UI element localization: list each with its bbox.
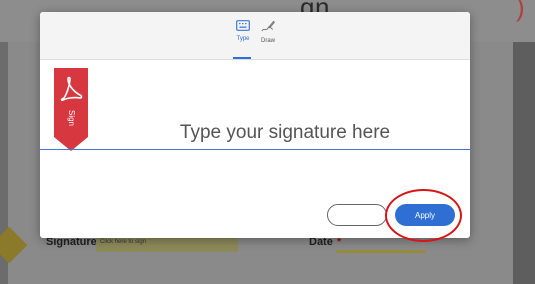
tab-draw-label: Draw [260, 38, 275, 44]
signature-input[interactable] [40, 116, 470, 150]
tab-type-label: Type [236, 36, 250, 42]
signature-dialog: Type Draw Sign Apply [40, 12, 470, 238]
document-heading-marker: ) [516, 0, 525, 22]
signature-field-placeholder: Click here to sign [100, 239, 147, 245]
selected-tab-indicator [233, 57, 251, 59]
signature-mode-tabs: Type Draw [40, 12, 470, 60]
date-field-label: Date * [309, 236, 341, 256]
keyboard-icon [236, 20, 250, 31]
apply-button[interactable]: Apply [395, 204, 455, 226]
document-right-panel [513, 42, 535, 284]
tab-type[interactable]: Type [231, 20, 255, 60]
date-field[interactable] [336, 250, 426, 253]
pen-draw-icon [261, 20, 275, 32]
cancel-button[interactable] [327, 204, 387, 226]
tab-draw[interactable]: Draw [256, 20, 280, 60]
